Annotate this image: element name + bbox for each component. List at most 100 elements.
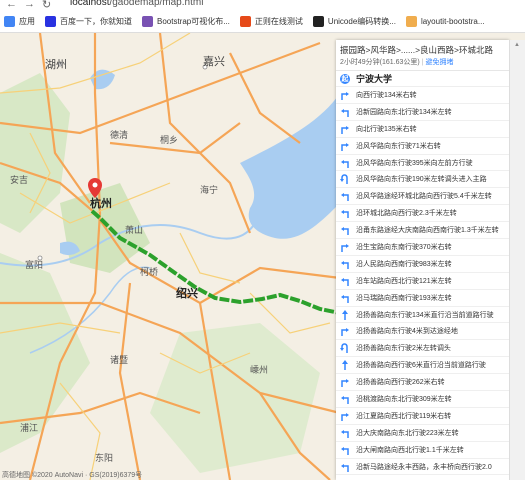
apps-grid-icon <box>4 16 15 27</box>
scroll-up-icon[interactable]: ▲ <box>514 42 520 48</box>
forward-icon[interactable]: → <box>24 0 35 10</box>
bootstrap-icon <box>142 16 153 27</box>
bookmark-item[interactable]: Bootstrap可视化布... <box>138 16 236 27</box>
bookmark-item[interactable]: 正则在线测试 <box>236 16 309 27</box>
baidu-paw-icon <box>45 16 56 27</box>
route-panel: 振园路>风华路>......>良山西路>环城北路 2小时49分钟(161.63公… <box>336 40 509 480</box>
route-step-text: 沿风华路向东行驶190米左转调头进入主路 <box>356 176 487 184</box>
bookmark-label: 应用 <box>19 17 35 26</box>
turn-right-icon <box>341 412 349 421</box>
route-start-name: 宁波大学 <box>356 74 393 84</box>
route-step-text: 沿扬善路向东行驶134米直行沿当前道路行驶 <box>356 311 494 319</box>
route-step-text: 沿大庆南路向东北行驶223米左转 <box>356 429 459 437</box>
route-step[interactable]: 沿桃渡路向东北行驶309米左转 <box>336 391 509 408</box>
bookmark-label: Bootstrap可视化布... <box>157 17 230 26</box>
turn-left-icon <box>341 446 349 455</box>
route-step[interactable]: 沿新园路向东北行驶134米左转 <box>336 104 509 121</box>
route-step-text: 沿新园路向东北行驶134米左转 <box>356 108 452 116</box>
route-step[interactable]: 沿江夏路向西北行驶119米右转 <box>336 408 509 425</box>
map-label-shengzhou: 嵊州 <box>250 365 269 375</box>
map-label-deqing: 德清 <box>110 130 129 140</box>
turn-left-icon <box>341 277 349 286</box>
route-step[interactable]: 沿车站路向西北行驶121米左转 <box>336 273 509 290</box>
turn-left-icon <box>341 429 349 438</box>
route-step-text: 沿车站路向西北行驶121米左转 <box>356 277 452 285</box>
route-step[interactable]: 沿大庆南路向东北行驶223米左转 <box>336 425 509 442</box>
route-start[interactable]: 起 宁波大学 <box>336 71 509 87</box>
bookmark-label: 正则在线测试 <box>254 17 303 26</box>
map-label-haining: 海宁 <box>200 185 219 195</box>
route-step-text: 沿马瑞路向西南行驶193米左转 <box>356 294 452 302</box>
route-step-text: 沿扬善路向西行驶6米直行沿当前道路行驶 <box>356 362 486 370</box>
route-step-text: 沿甬东路途经大庆南路向西南行驶1.3千米左转 <box>356 227 499 235</box>
start-icon: 起 <box>340 73 350 84</box>
scrollbar[interactable]: ▲ <box>509 40 525 480</box>
turn-left-icon <box>341 227 349 236</box>
url-field[interactable]: localhost/gaodemap/map.html <box>70 0 203 8</box>
route-step[interactable]: 沿扬善路向东行驶134米直行沿当前道路行驶 <box>336 307 509 324</box>
route-step-text: 沿新马路途经永丰西路，永丰桥向西行驶2.0 <box>356 463 492 471</box>
route-step-text: 向北行驶135米右转 <box>356 125 417 133</box>
route-step[interactable]: 沿风华路向东行驶190米左转调头进入主路 <box>336 171 509 189</box>
bookmark-item[interactable]: Unicode编码转换... <box>309 16 402 27</box>
route-steps-list: 向西行驶134米右转沿新园路向东北行驶134米左转 向北行驶135米右转沿风华路向… <box>336 87 509 476</box>
go-straight-icon <box>342 360 348 371</box>
url-host: localhost <box>70 0 110 8</box>
map-label-zhuji: 诸暨 <box>110 355 129 365</box>
turn-left-icon <box>341 463 349 472</box>
u-turn-icon <box>340 343 348 354</box>
reload-icon[interactable]: ↻ <box>42 0 51 11</box>
turn-right-icon <box>341 379 349 388</box>
bookmark-item[interactable]: 应用 <box>0 16 41 27</box>
route-step[interactable]: 沿扬善路向西行驶262米右转 <box>336 374 509 392</box>
turn-left-icon <box>341 294 349 303</box>
turn-left-icon <box>341 260 349 269</box>
turn-left-icon <box>341 395 349 404</box>
map-label-dongyang: 东阳 <box>95 453 114 463</box>
turn-left-icon <box>341 159 349 168</box>
map-green-area <box>150 323 320 473</box>
route-step[interactable]: 沿风华路向东行驶395米向左前方行驶 <box>336 155 509 172</box>
bookmark-item[interactable]: layoutit-bootstra... <box>402 16 491 27</box>
map-label-pujiang: 浦江 <box>20 423 39 433</box>
route-step[interactable]: 沿马瑞路向西南行驶193米左转 <box>336 290 509 307</box>
route-step-text: 向西行驶134米右转 <box>356 91 417 99</box>
route-step[interactable]: 沿大闸南路向西北行驶1.1千米左转 <box>336 442 509 459</box>
turn-right-icon <box>341 125 349 134</box>
map-label-keqiao: 柯桥 <box>140 267 159 277</box>
route-step-text: 沿桃渡路向东北行驶309米左转 <box>356 395 452 403</box>
route-step-text: 沿扬善路向东行驶2米左转调头 <box>356 345 451 353</box>
address-bar: ← → ↻ localhost/gaodemap/map.html <box>0 0 525 11</box>
route-step[interactable]: 沿扬善路向西行驶6米直行沿当前道路行驶 <box>336 357 509 375</box>
route-step[interactable]: 向北行驶135米右转 <box>336 121 509 138</box>
map-label-anji: 安吉 <box>10 175 29 185</box>
route-step-text: 沿生宝路向东南行驶370米右转 <box>356 243 452 251</box>
route-duration-distance: 2小时49分钟(161.63公里) <box>340 59 420 66</box>
route-step[interactable]: 沿环城北路向西行驶2.3千米左转 <box>336 205 509 223</box>
route-step[interactable]: 向西行驶134米右转 <box>336 87 509 104</box>
back-icon[interactable]: ← <box>6 0 17 10</box>
route-meta: 2小时49分钟(161.63公里) | 避免拥堵 <box>336 56 509 71</box>
route-step-text: 沿风华路向东行驶71米右转 <box>356 142 441 150</box>
bookmark-label: 百度一下，你就知道 <box>60 17 132 26</box>
route-step[interactable]: 沿扬善路向东行驶4米到达途经地 <box>336 323 509 341</box>
route-step-text: 沿风华路途经环城北路向西行驶5.4千米左转 <box>356 193 492 201</box>
turn-right-icon <box>341 328 349 337</box>
turn-left-icon <box>341 108 349 117</box>
url-path: /gaodemap/map.html <box>109 0 204 8</box>
route-step-text: 沿大闸南路向西北行驶1.1千米左转 <box>356 446 464 454</box>
route-step[interactable]: 沿风华路向东行驶71米右转 <box>336 138 509 155</box>
turn-left-icon <box>341 210 349 219</box>
route-step-text: 沿人民路向西南行驶983米左转 <box>356 260 452 268</box>
route-step[interactable]: 沿风华路途经环城北路向西行驶5.4千米左转 <box>336 188 509 206</box>
route-step[interactable]: 沿生宝路向东南行驶370米右转 <box>336 239 509 256</box>
route-step-text: 沿环城北路向西行驶2.3千米左转 <box>356 210 457 218</box>
route-step[interactable]: 沿新马路途经永丰西路，永丰桥向西行驶2.0 <box>336 459 509 476</box>
route-step[interactable]: 沿人民路向西南行驶983米左转 <box>336 256 509 273</box>
route-step-text: 沿扬善路向东行驶4米到达途经地 <box>356 328 458 336</box>
route-step-text: 沿江夏路向西北行驶119米右转 <box>356 412 452 420</box>
avoid-congestion-link[interactable]: 避免拥堵 <box>425 59 453 66</box>
bookmark-item[interactable]: 百度一下，你就知道 <box>41 16 138 27</box>
route-step[interactable]: 沿甬东路途经大庆南路向西南行驶1.3千米左转 <box>336 222 509 240</box>
route-step[interactable]: 沿扬善路向东行驶2米左转调头 <box>336 340 509 358</box>
